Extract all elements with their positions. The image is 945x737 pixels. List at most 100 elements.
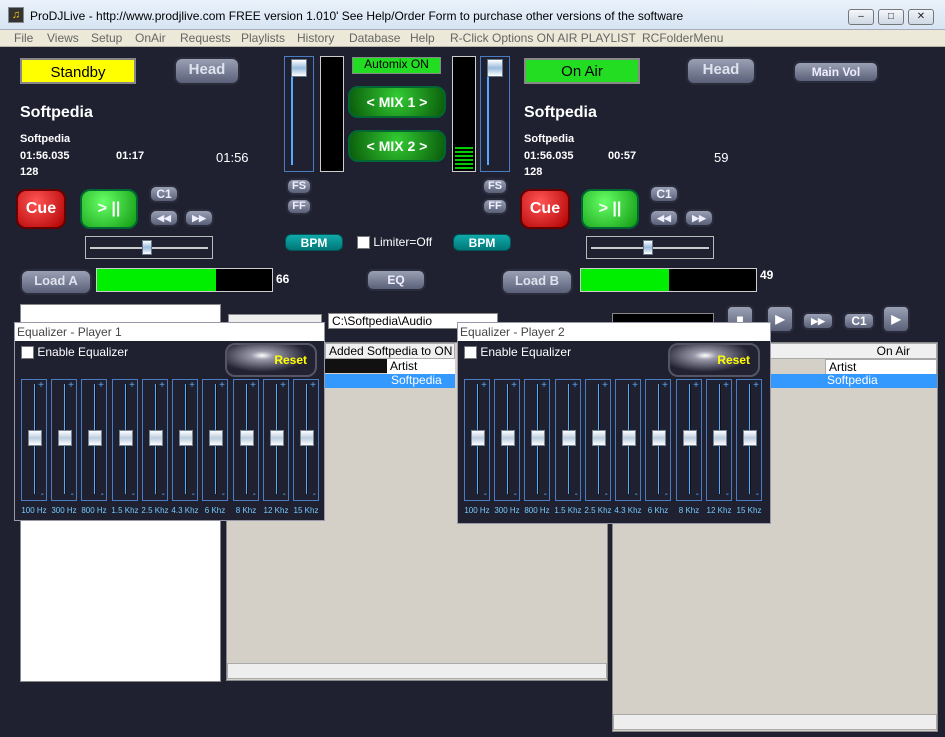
equalizer-player1-band-slider-7[interactable]: + - xyxy=(233,379,259,501)
equalizer-player2-band-slider-7[interactable]: + - xyxy=(676,379,702,501)
deck-a-pitch-slider[interactable] xyxy=(85,236,213,259)
automix-button[interactable]: Automix ON xyxy=(352,57,441,74)
limiter-checkbox[interactable]: Limiter=Off xyxy=(357,235,432,250)
deck-b-head-button[interactable]: Head xyxy=(686,57,756,85)
onair-next-button[interactable]: ▶ xyxy=(882,305,910,333)
eq-slider-knob[interactable] xyxy=(58,430,72,446)
equalizer-player2-band-slider-8[interactable]: + - xyxy=(706,379,732,501)
equalizer-player1-band-slider-4[interactable]: + - xyxy=(142,379,168,501)
menu-database[interactable]: Database xyxy=(349,31,400,45)
equalizer-player1-band-slider-3[interactable]: + - xyxy=(112,379,138,501)
playlist-row[interactable]: Softpedia xyxy=(325,374,455,388)
eq-slider-knob[interactable] xyxy=(683,430,697,446)
deck-b-channel-fader[interactable] xyxy=(480,56,510,172)
eq-slider-knob[interactable] xyxy=(713,430,727,446)
eq-slider-knob[interactable] xyxy=(149,430,163,446)
equalizer-player2-band-slider-1[interactable]: + - xyxy=(494,379,520,501)
equalizer-player1-band-slider-9[interactable]: + - xyxy=(293,379,319,501)
deck-a-ff-button[interactable]: FF xyxy=(286,198,312,215)
menu-views[interactable]: Views xyxy=(47,31,79,45)
onair-c1-button[interactable]: C1 xyxy=(843,312,875,330)
deck-b-rewind-button[interactable]: ◀◀ xyxy=(649,209,679,227)
eq-slider-knob[interactable] xyxy=(622,430,636,446)
deck-b-bpm-button[interactable]: BPM xyxy=(453,234,511,251)
deck-a-channel-fader[interactable] xyxy=(284,56,314,172)
menu-setup[interactable]: Setup xyxy=(91,31,122,45)
deck-b-fastforward-button[interactable]: ▶▶ xyxy=(684,209,714,227)
equalizer-player1-band-slider-5[interactable]: + - xyxy=(172,379,198,501)
eq-slider-knob[interactable] xyxy=(209,430,223,446)
deck-a-load-button[interactable]: Load A xyxy=(20,269,92,295)
deck-a-fader-knob[interactable] xyxy=(291,59,307,77)
equalizer-player2-band-slider-0[interactable]: + - xyxy=(464,379,490,501)
deck-a-cue-button[interactable]: Cue xyxy=(16,189,66,229)
eq-slider-knob[interactable] xyxy=(179,430,193,446)
app-icon[interactable]: ♫ xyxy=(8,7,24,23)
eq-slider-knob[interactable] xyxy=(501,430,515,446)
deck-b-cue-button[interactable]: Cue xyxy=(520,189,570,229)
equalizer-player2-band-slider-2[interactable]: + - xyxy=(524,379,550,501)
menu-help[interactable]: Help xyxy=(410,31,435,45)
equalizer-player1-checkbox[interactable] xyxy=(21,346,34,360)
mix1-button[interactable]: < MIX 1 > xyxy=(348,86,446,118)
maximize-button[interactable]: □ xyxy=(878,9,904,25)
eq-slider-knob[interactable] xyxy=(531,430,545,446)
deck-b-fader-knob[interactable] xyxy=(487,59,503,77)
eq-slider-knob[interactable] xyxy=(562,430,576,446)
eq-slider-knob[interactable] xyxy=(300,430,314,446)
deck-a-status[interactable]: Standby xyxy=(20,58,136,84)
deck-b-volume-bar[interactable] xyxy=(580,268,757,292)
eq-slider-knob[interactable] xyxy=(592,430,606,446)
deck-a-volume-bar[interactable] xyxy=(96,268,273,292)
equalizer-player1-band-slider-8[interactable]: + - xyxy=(263,379,289,501)
eq-slider-knob[interactable] xyxy=(743,430,757,446)
equalizer-player1-band-slider-6[interactable]: + - xyxy=(202,379,228,501)
eq-slider-knob[interactable] xyxy=(119,430,133,446)
deck-a-c1-button[interactable]: C1 xyxy=(149,185,179,203)
playlist-horizontal-scrollbar[interactable] xyxy=(227,663,607,679)
eq-slider-knob[interactable] xyxy=(270,430,284,446)
limiter-check-box[interactable] xyxy=(357,236,370,250)
equalizer-player2-band-slider-4[interactable]: + - xyxy=(585,379,611,501)
deck-b-c1-button[interactable]: C1 xyxy=(649,185,679,203)
minimize-button[interactable]: – xyxy=(848,9,874,25)
equalizer-player1-reset-button[interactable]: Reset xyxy=(225,343,317,377)
deck-b-play-pause-button[interactable]: > || xyxy=(581,189,639,229)
deck-a-fs-button[interactable]: FS xyxy=(286,178,312,195)
menu-rcfoldermenu[interactable]: RCFolderMenu xyxy=(642,31,723,45)
menu-requests[interactable]: Requests xyxy=(180,31,231,45)
deck-b-pitch-slider[interactable] xyxy=(586,236,714,259)
menu-playlists[interactable]: Playlists xyxy=(241,31,285,45)
equalizer-player1-window[interactable]: Equalizer - Player 1 Enable Equalizer Re… xyxy=(14,322,325,521)
eq-slider-knob[interactable] xyxy=(240,430,254,446)
deck-b-ff-button[interactable]: FF xyxy=(482,198,508,215)
equalizer-player2-window[interactable]: Equalizer - Player 2 Enable Equalizer Re… xyxy=(457,322,771,524)
eq-slider-knob[interactable] xyxy=(652,430,666,446)
close-button[interactable]: ✕ xyxy=(908,9,934,25)
eq-slider-knob[interactable] xyxy=(28,430,42,446)
deck-b-pitch-knob[interactable] xyxy=(643,240,653,255)
equalizer-player2-band-slider-9[interactable]: + - xyxy=(736,379,762,501)
menu-rclick-options[interactable]: R-Click Options ON AIR PLAYLIST xyxy=(450,31,636,45)
equalizer-player2-band-slider-6[interactable]: + - xyxy=(645,379,671,501)
equalizer-player2-reset-button[interactable]: Reset xyxy=(668,343,760,377)
eq-slider-knob[interactable] xyxy=(88,430,102,446)
eq-slider-knob[interactable] xyxy=(471,430,485,446)
eq-button[interactable]: EQ xyxy=(366,269,426,291)
equalizer-player1-band-slider-0[interactable]: + - xyxy=(21,379,47,501)
menu-onair[interactable]: OnAir xyxy=(135,31,166,45)
main-vol-button[interactable]: Main Vol xyxy=(793,61,879,83)
deck-a-head-button[interactable]: Head xyxy=(174,57,240,85)
menu-file[interactable]: File xyxy=(14,31,33,45)
deck-b-status[interactable]: On Air xyxy=(524,58,640,84)
equalizer-player2-band-slider-5[interactable]: + - xyxy=(615,379,641,501)
equalizer-player1-band-slider-1[interactable]: + - xyxy=(51,379,77,501)
equalizer-player1-enable[interactable]: Enable Equalizer xyxy=(21,345,128,360)
deck-b-fs-button[interactable]: FS xyxy=(482,178,508,195)
deck-a-rewind-button[interactable]: ◀◀ xyxy=(149,209,179,227)
equalizer-player2-band-slider-3[interactable]: + - xyxy=(555,379,581,501)
equalizer-player2-checkbox[interactable] xyxy=(464,346,477,360)
onair-horizontal-scrollbar[interactable] xyxy=(613,714,937,730)
equalizer-player2-enable[interactable]: Enable Equalizer xyxy=(464,345,571,360)
deck-a-play-pause-button[interactable]: > || xyxy=(80,189,138,229)
